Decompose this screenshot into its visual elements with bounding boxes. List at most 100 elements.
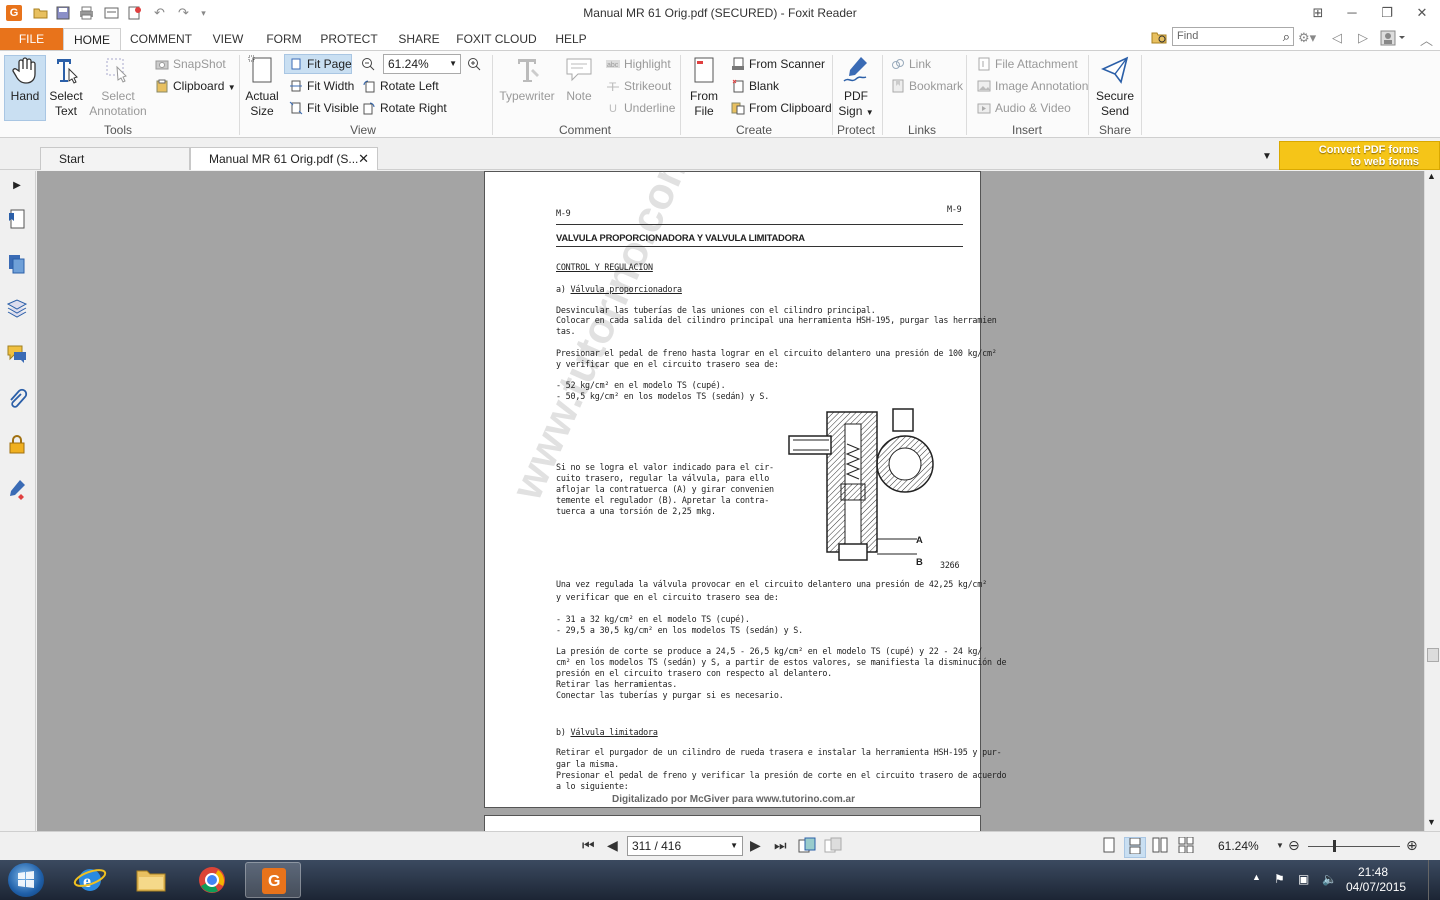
settings-gear-icon[interactable]: ⚙▾ — [1298, 30, 1316, 46]
expand-panel-icon[interactable]: ▶ — [6, 175, 28, 197]
security-lock-icon[interactable] — [6, 433, 28, 455]
from-scanner-button[interactable]: From Scanner — [729, 54, 825, 74]
zoom-slider-track[interactable] — [1308, 846, 1400, 847]
tab-help[interactable]: HELP — [551, 28, 591, 50]
taskbar-chrome[interactable] — [184, 862, 240, 898]
facing-view-icon[interactable] — [1152, 837, 1168, 856]
note-button[interactable]: Note — [562, 55, 596, 104]
search-icon[interactable]: ⌕ — [1283, 28, 1290, 45]
audio-video-button[interactable]: Audio & Video — [975, 98, 1071, 118]
secure-send-button[interactable]: Secure Send — [1093, 55, 1137, 119]
next-view-icon[interactable] — [824, 837, 842, 856]
find-input[interactable]: Find ⌕ — [1172, 27, 1294, 46]
tab-protect[interactable]: PROTECT — [316, 28, 382, 50]
group-separator — [882, 55, 883, 135]
bookmarks-panel-icon[interactable] — [6, 208, 28, 230]
zoom-select[interactable]: 61.24% ▼ — [383, 54, 461, 74]
volume-icon[interactable]: 🔈 — [1322, 872, 1337, 886]
comments-panel-icon[interactable] — [6, 343, 28, 365]
find-folder-icon[interactable] — [1151, 30, 1168, 48]
taskbar-file-explorer[interactable] — [123, 862, 179, 898]
network-icon[interactable]: ▣ — [1298, 872, 1309, 886]
from-clipboard-button[interactable]: From Clipboard — [729, 98, 832, 118]
close-button[interactable]: ✕ — [1405, 2, 1439, 24]
tab-file[interactable]: FILE — [0, 28, 63, 50]
actual-size-button[interactable]: Actual Size — [244, 55, 280, 119]
previous-view-icon[interactable] — [798, 837, 816, 856]
paragraph-line: Retirar las herramientas. — [556, 679, 678, 689]
zoom-out-circle-icon[interactable]: ⊖ — [1288, 837, 1300, 854]
document-viewport[interactable]: www.tutorino.com.ar M-9 M-9 VALVULA PROP… — [37, 171, 1424, 831]
nav-forward-icon[interactable]: ▷ — [1358, 30, 1368, 46]
strikeout-button[interactable]: T Strikeout — [604, 76, 671, 96]
rotate-right-button[interactable]: Rotate Right — [360, 98, 447, 118]
status-zoom-value[interactable]: 61.24% — [1218, 839, 1259, 853]
zoom-slider-knob[interactable] — [1333, 840, 1336, 852]
zoom-in-circle-icon[interactable]: ⊕ — [1406, 837, 1418, 854]
minimize-button[interactable]: ─ — [1335, 2, 1369, 24]
pdf-sign-button[interactable]: PDF Sign ▼ — [836, 55, 876, 120]
file-attachment-button[interactable]: File Attachment — [975, 54, 1078, 74]
vertical-scrollbar[interactable]: ▲ ▼ — [1424, 171, 1440, 831]
next-page-icon[interactable]: ▶ — [750, 837, 761, 854]
user-account-icon[interactable] — [1380, 30, 1406, 49]
zoom-out-button[interactable] — [359, 54, 375, 74]
link-button[interactable]: Link — [889, 54, 931, 74]
hand-tool-button[interactable]: Hand — [5, 55, 45, 104]
tab-home[interactable]: HOME — [63, 28, 121, 51]
nav-back-icon[interactable]: ◁ — [1332, 30, 1342, 46]
zoom-dropdown-icon[interactable]: ▼ — [1276, 841, 1284, 850]
pages-panel-icon[interactable] — [6, 253, 28, 275]
fit-visible-button[interactable]: Fit Visible — [287, 98, 359, 118]
ribbon-display-icon[interactable]: ⊞ — [1301, 2, 1335, 24]
actual-size-label-2: Size — [250, 104, 274, 118]
restore-button[interactable]: ❐ — [1370, 2, 1404, 24]
select-text-button[interactable]: Select Text — [48, 55, 84, 119]
attachments-panel-icon[interactable] — [6, 388, 28, 410]
fit-page-button[interactable]: Fit Page — [287, 54, 352, 74]
rotate-left-button[interactable]: Rotate Left — [360, 76, 439, 96]
tab-start[interactable]: Start — [40, 147, 190, 170]
layers-panel-icon[interactable] — [6, 298, 28, 320]
scroll-thumb[interactable] — [1427, 648, 1439, 662]
underline-button[interactable]: U Underline — [604, 98, 675, 118]
show-desktop-button[interactable] — [1428, 860, 1440, 900]
tab-comment[interactable]: COMMENT — [126, 28, 196, 50]
previous-page-icon[interactable]: ◀ — [607, 837, 618, 854]
signature-panel-icon[interactable] — [6, 478, 28, 500]
select-annotation-button[interactable]: Select Annotation — [88, 55, 148, 119]
blank-button[interactable]: Blank — [729, 76, 779, 96]
continuous-view-icon[interactable] — [1124, 837, 1146, 858]
continuous-facing-view-icon[interactable] — [1178, 836, 1194, 856]
fit-width-button[interactable]: Fit Width — [287, 76, 354, 96]
start-button[interactable] — [8, 863, 44, 897]
first-page-icon[interactable]: ⏮ — [582, 837, 595, 854]
scroll-up-icon[interactable]: ▲ — [1427, 171, 1436, 181]
last-page-icon[interactable]: ⏭ — [774, 837, 787, 854]
show-hidden-icons-icon[interactable]: ▲ — [1252, 872, 1261, 882]
taskbar-internet-explorer[interactable]: e — [62, 862, 118, 898]
tab-form[interactable]: FORM — [261, 28, 307, 50]
from-file-button[interactable]: From File — [686, 55, 722, 119]
single-page-view-icon[interactable] — [1102, 837, 1116, 856]
snapshot-button[interactable]: SnapShot — [153, 54, 226, 74]
tab-list-dropdown-icon[interactable]: ▼ — [1262, 151, 1272, 162]
tab-share[interactable]: SHARE — [392, 28, 446, 50]
close-tab-icon[interactable]: ✕ — [358, 148, 369, 170]
convert-forms-banner[interactable]: Convert PDF forms to web forms — [1279, 141, 1440, 170]
bookmark-button[interactable]: Bookmark — [889, 76, 963, 96]
clipboard-button[interactable]: Clipboard ▼ — [153, 76, 236, 96]
image-annotation-button[interactable]: Image Annotation — [975, 76, 1088, 96]
highlight-button[interactable]: abc Highlight — [604, 54, 671, 74]
scroll-down-icon[interactable]: ▼ — [1427, 817, 1436, 827]
system-clock[interactable]: 21:48 04/07/2015 — [1346, 865, 1406, 895]
collapse-ribbon-icon[interactable]: ︿ — [1420, 30, 1433, 49]
tab-active-document[interactable]: Manual MR 61 Orig.pdf (S... ✕ — [190, 147, 378, 170]
taskbar-foxit-reader[interactable]: G — [245, 862, 301, 898]
action-center-flag-icon[interactable]: ⚑ — [1274, 872, 1285, 886]
typewriter-button[interactable]: Typewriter — [498, 55, 556, 104]
page-number-input[interactable]: 311 / 416 ▼ — [627, 836, 743, 856]
tab-view[interactable]: VIEW — [205, 28, 251, 50]
zoom-in-button[interactable] — [465, 54, 481, 74]
tab-foxit-cloud[interactable]: FOXIT CLOUD — [454, 28, 539, 50]
